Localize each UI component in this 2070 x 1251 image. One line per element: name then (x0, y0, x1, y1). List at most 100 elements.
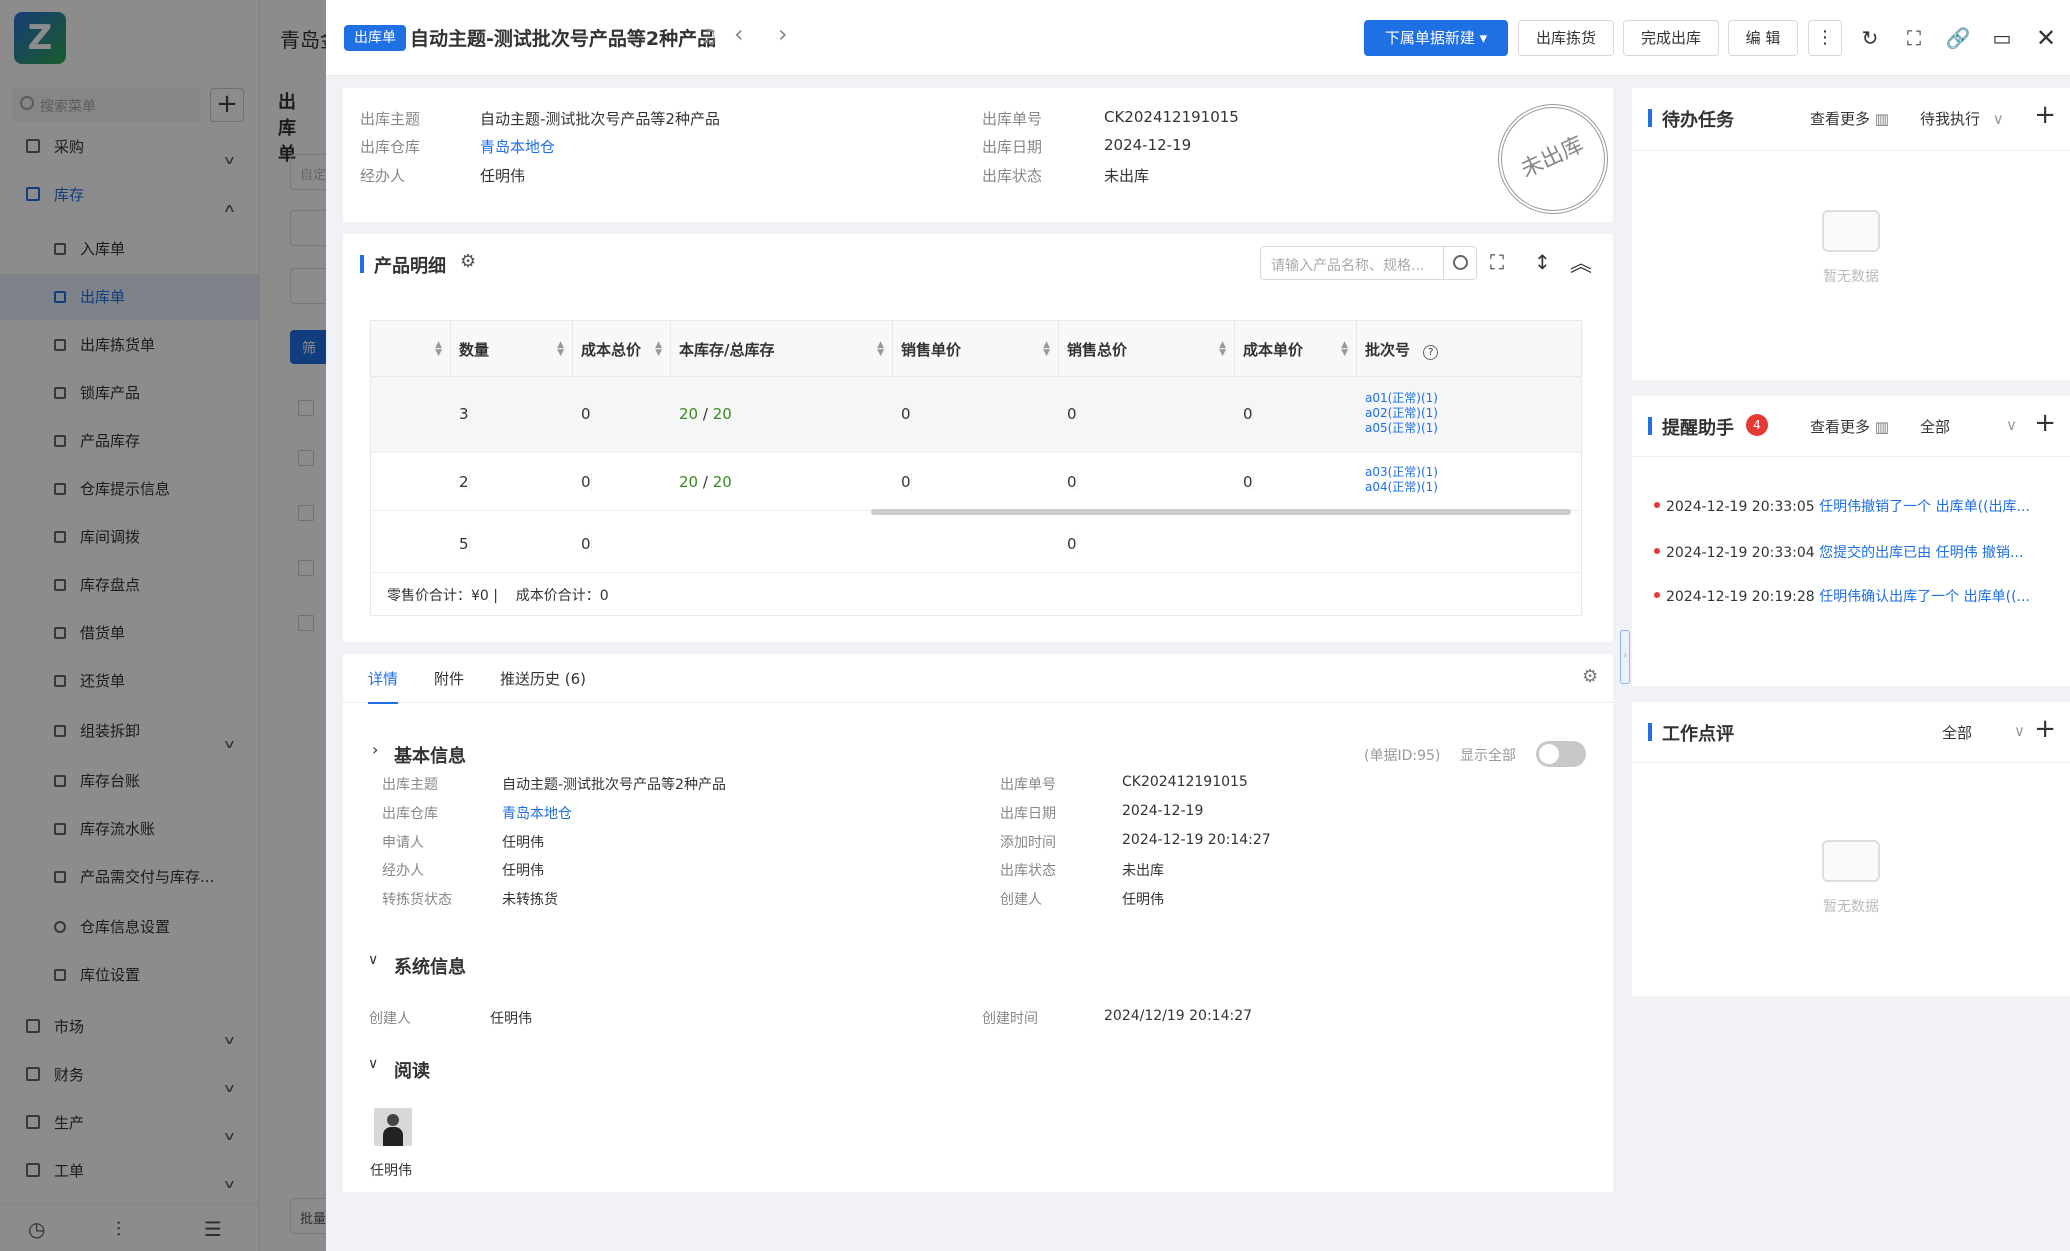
system-info-title[interactable]: 系统信息 (394, 953, 466, 979)
qty-cell: 2 (451, 473, 470, 491)
read-title[interactable]: 阅读 (394, 1057, 430, 1083)
help-icon[interactable]: ? (1423, 345, 1439, 360)
picking-button[interactable]: 出库拣货 (1518, 20, 1614, 56)
field-label: 申请人 (382, 835, 424, 851)
complete-outbound-button[interactable]: 完成出库 (1623, 20, 1719, 56)
sort-icon[interactable]: ▲ ▼ (655, 341, 662, 358)
warehouse-link[interactable]: 青岛本地仓 (502, 803, 572, 823)
batch-link[interactable]: a02(正常)(1) (1365, 406, 1438, 421)
product-search-input[interactable]: 请输入产品名称、规格... (1260, 246, 1444, 280)
sort-icon[interactable]: ▲ ▼ (435, 341, 442, 358)
refresh-icon[interactable]: ↻ (1854, 22, 1886, 54)
next-icon[interactable]: › (778, 20, 788, 48)
field-label: 出库单号 (1000, 777, 1056, 793)
date-label: 出库日期 (982, 138, 1043, 156)
reader-name: 任明伟 (370, 1163, 412, 1179)
chevron-right-icon[interactable]: › (372, 740, 378, 759)
batch-link[interactable]: a03(正常)(1) (1365, 465, 1438, 480)
panel-icon[interactable]: ▭ (1986, 22, 2018, 54)
status-value: 未出库 (1104, 167, 1150, 185)
side-collapse-handle[interactable]: › (1620, 630, 1630, 684)
add-review-button[interactable]: + (2034, 714, 2056, 744)
sort-icon[interactable]: ▲ ▼ (1341, 341, 1348, 358)
review-card: 工作点评 全部 ∨ + 暂无数据 (1632, 702, 2070, 996)
tab-push-history[interactable]: 推送历史 (6) (500, 668, 586, 689)
remind-filter[interactable]: 全部 (1920, 416, 1950, 437)
column-header[interactable]: 成本总价 ▲ ▼ (573, 321, 671, 377)
remind-item[interactable]: 2024-12-19 20:33:04 您提交的出库已由 任明伟 撤销... (1654, 542, 2054, 562)
show-all-toggle[interactable] (1536, 741, 1586, 767)
gear-icon[interactable]: ⚙ (1582, 666, 1598, 687)
sort-icon[interactable]: ▲ ▼ (1219, 341, 1226, 358)
field-value: 任明伟 (1122, 892, 1164, 908)
table-footer-totals: 零售价合计：¥0 | 成本价合计：0 (387, 588, 609, 604)
basic-info-title[interactable]: 基本信息 (394, 742, 466, 768)
field-label: 出库主题 (382, 777, 438, 793)
field-value: 未出库 (1122, 863, 1164, 879)
avatar[interactable] (374, 1108, 412, 1146)
column-header[interactable]: 销售单价 ▲ ▼ (893, 321, 1059, 377)
expand-icon[interactable]: ⛶ (1490, 250, 1504, 274)
fullscreen-icon[interactable]: ⛶ (1898, 22, 1930, 54)
search-button[interactable] (1443, 246, 1477, 280)
batch-link[interactable]: a04(正常)(1) (1365, 480, 1438, 495)
todo-more-link[interactable]: 查看更多 ▥ (1810, 108, 1889, 129)
sort-icon[interactable]: ▲ ▼ (877, 341, 884, 358)
review-filter[interactable]: 全部 (1942, 722, 1972, 743)
sale-total-cell: 0 (1059, 405, 1078, 423)
headset-icon[interactable]: ♫ (700, 24, 718, 48)
warehouse-link[interactable]: 青岛本地仓 (480, 136, 555, 157)
add-remind-button[interactable]: + (2034, 408, 2056, 438)
field-label: 添加时间 (1000, 835, 1056, 851)
remind-more-link[interactable]: 查看更多 ▥ (1810, 416, 1889, 437)
remind-item[interactable]: 2024-12-19 20:19:28 任明伟确认出库了一个 出库单((... (1654, 586, 2054, 606)
chevron-down-icon[interactable]: ∨ (2006, 416, 2017, 434)
horizontal-scrollbar[interactable] (871, 509, 1571, 515)
review-title: 工作点评 (1648, 720, 1734, 746)
collapse-icon[interactable]: ︽ (1570, 246, 1592, 278)
new-sub-doc-button[interactable]: 下属单据新建 ▾ (1364, 20, 1508, 56)
tab-attachments[interactable]: 附件 (434, 668, 464, 689)
batch-link[interactable]: a05(正常)(1) (1365, 421, 1438, 436)
column-header[interactable]: 数量 ▲ ▼ (451, 321, 573, 377)
chevron-down-icon[interactable]: ∨ (368, 1056, 378, 1072)
gear-icon[interactable]: ⚙ (460, 251, 476, 272)
field-label: 转拣货状态 (382, 892, 452, 908)
prev-icon[interactable]: ‹ (734, 20, 744, 48)
chevron-down-icon[interactable]: ∨ (2014, 722, 2025, 740)
row-height-icon[interactable]: ↕ (1534, 250, 1551, 274)
doc-no-value: CK202412191015 (1104, 108, 1239, 126)
column-header[interactable]: ▲ ▼ (371, 321, 451, 377)
total-sale: 0 (1059, 535, 1078, 553)
cost-price-cell: 0 (1235, 405, 1254, 423)
batch-cell: a03(正常)(1) a04(正常)(1) (1365, 465, 1438, 495)
unread-dot (1654, 592, 1660, 598)
add-todo-button[interactable]: + (2034, 100, 2056, 130)
field-value: 自动主题-测试批次号产品等2种产品 (502, 777, 726, 793)
chevron-down-icon: ∨ (1992, 110, 2004, 128)
todo-filter[interactable]: 待我执行 ∨ (1920, 108, 2004, 129)
remind-item[interactable]: 2024-12-19 20:33:05 任明伟撤销了一个 出库单((出库... (1654, 496, 2054, 516)
column-header[interactable]: 批次号 ? (1357, 321, 1581, 377)
handler-value: 任明伟 (480, 167, 526, 185)
field-value: 2024-12-19 20:14:27 (1122, 832, 1271, 848)
empty-text: 暂无数据 (1823, 269, 1879, 285)
sort-icon[interactable]: ▲ ▼ (557, 341, 564, 358)
chevron-down-icon[interactable]: ∨ (368, 952, 378, 968)
column-header[interactable]: 销售总价 ▲ ▼ (1059, 321, 1235, 377)
cost-price-cell: 0 (1235, 473, 1254, 491)
tab-detail[interactable]: 详情 (368, 668, 399, 704)
cost-total-cell: 0 (573, 473, 592, 491)
empty-inbox-icon (1822, 210, 1880, 252)
details-card (343, 654, 1613, 1192)
column-header[interactable]: 本库存/总库存 ▲ ▼ (671, 321, 893, 377)
drawer-header: 出库单 自动主题-测试批次号产品等2种产品 ♫ ‹ › 下属单据新建 ▾ 出库拣… (326, 0, 2070, 76)
edit-button[interactable]: 编 辑 (1728, 20, 1798, 56)
empty-text: 暂无数据 (1823, 899, 1879, 915)
sort-icon[interactable]: ▲ ▼ (1043, 341, 1050, 358)
batch-link[interactable]: a01(正常)(1) (1365, 391, 1438, 406)
column-header[interactable]: 成本单价 ▲ ▼ (1235, 321, 1357, 377)
link-icon[interactable]: 🔗 (1942, 22, 1974, 54)
more-menu-button[interactable]: ⋮ (1808, 20, 1842, 56)
close-icon[interactable]: ✕ (2030, 22, 2062, 54)
